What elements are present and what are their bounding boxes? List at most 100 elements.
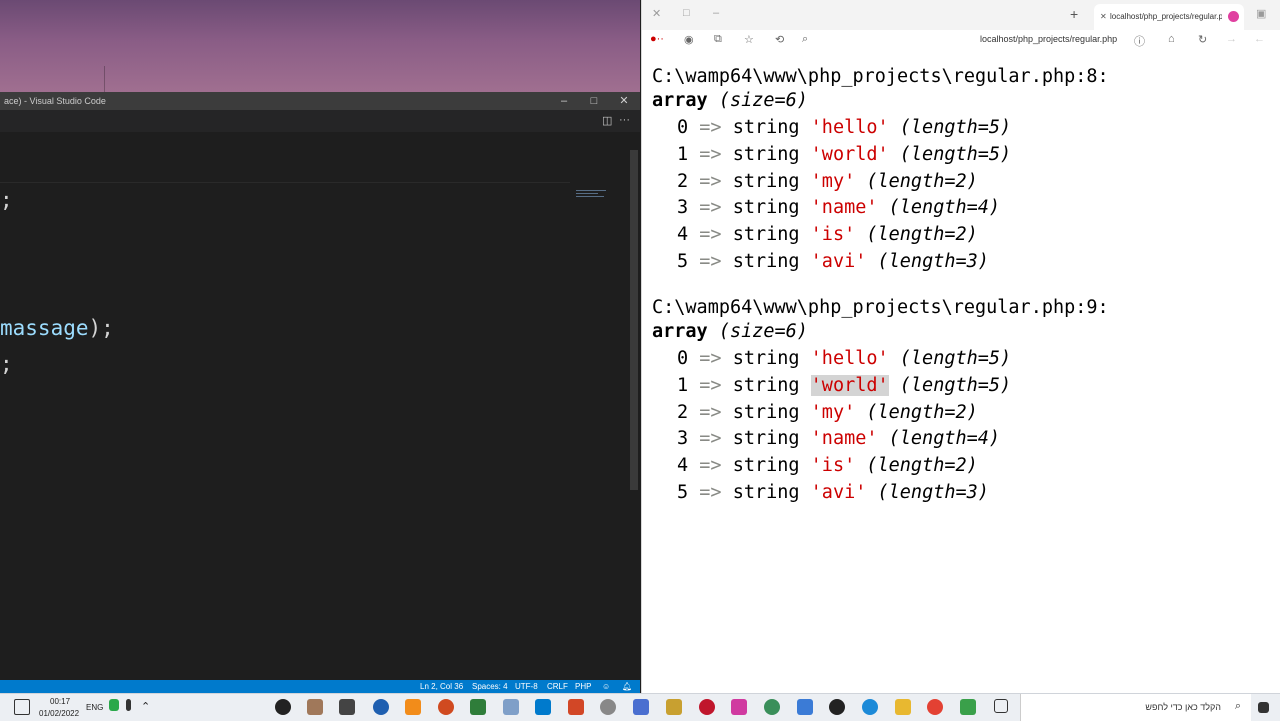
app-icon-11[interactable] [699,699,715,715]
favorites-icon[interactable]: ☆ [744,33,754,46]
tray-app-icon[interactable] [109,699,119,711]
code-punctuation: ); [88,316,114,340]
browser-titlebar: ✕ □ – + ✕ localhost/php_projects/regular… [642,0,1280,30]
edge-icon[interactable] [862,699,878,715]
app-icon-8[interactable] [600,699,616,715]
tab-actions-icon[interactable]: ▣ [1256,7,1266,20]
search-box[interactable]: הקלד כאן כדי לחפש ⌕ [1020,694,1251,721]
app-icon-15[interactable] [829,699,845,715]
language-status[interactable]: PHP [575,680,591,693]
array-row: 1 => string 'world' (length=5) [677,144,1012,165]
clock-date[interactable]: 01/02/2022 [39,709,79,718]
vscode-status-bar: Ln 2, Col 36 Spaces: 4 UTF-8 CRLF PHP ☺ … [0,680,640,693]
extension-icon[interactable]: ●·· [650,33,664,45]
encoding-status[interactable]: UTF-8 [515,680,538,693]
app-icon-7[interactable] [503,699,519,715]
app-icon-2[interactable] [307,699,323,715]
array-size: (size=6) [718,321,808,342]
clock-time[interactable]: 00:17 [50,697,70,706]
array-row: 0 => string 'hello' (length=5) [677,117,1012,138]
array-header: array (size=6) [652,90,808,111]
home-icon[interactable]: ⌂ [1168,33,1175,45]
close-tab-icon[interactable]: ✕ [1100,4,1107,30]
task-view-icon[interactable] [994,699,1008,713]
close-window-icon[interactable]: ✕ [652,7,661,20]
code-editor[interactable]: ; massage); ; [0,132,628,680]
selected-text: 'world' [810,375,889,396]
app-icon-13[interactable] [764,699,780,715]
app-icon-9[interactable] [633,699,649,715]
array-row: 0 => string 'hello' (length=5) [677,348,1012,369]
array-size: (size=6) [718,90,808,111]
vlc-icon[interactable] [405,699,421,715]
notification-center-icon[interactable] [14,699,30,715]
show-hidden-icons-icon[interactable]: ⌃ [141,700,150,713]
array-row: 2 => string 'my' (length=2) [677,171,978,192]
vscode-title: ace) - Visual Studio Code [4,96,106,106]
minimap[interactable] [576,188,608,200]
vscode-tab-bar: ◫ ··· [0,110,640,132]
maximize-icon[interactable]: □ [579,92,609,110]
array-row: 5 => string 'avi' (length=3) [677,482,989,503]
zoom-icon[interactable]: ⌕ [802,33,808,46]
split-editor-icon[interactable]: ◫ [602,114,612,127]
app-icon-6[interactable] [470,699,486,715]
site-info-icon[interactable]: ⓘ [1134,33,1145,49]
close-icon[interactable]: ✕ [609,92,639,110]
browser-tab[interactable]: ✕ localhost/php_projects/regular.p [1094,4,1244,30]
taskbar: 00:17 01/02/2022 ENG ⌃ הקלד כאן כדי לחפש… [0,693,1280,721]
maximize-window-icon[interactable]: □ [683,7,690,19]
app-icon-10[interactable] [666,699,682,715]
tab-title: localhost/php_projects/regular.p [1110,12,1222,21]
address-bar[interactable]: localhost/php_projects/regular.php [980,34,1117,44]
browser-window: ✕ □ – + ✕ localhost/php_projects/regular… [641,0,1280,693]
array-keyword: array [652,321,708,342]
minimize-icon[interactable]: – [549,92,579,110]
array-row: 2 => string 'my' (length=2) [677,402,978,423]
favicon-icon [1228,11,1239,22]
microphone-icon[interactable] [126,699,131,711]
array-row: 3 => string 'name' (length=4) [677,197,1001,218]
editor-scrollbar[interactable] [630,150,638,490]
language-indicator[interactable]: ENG [86,703,103,712]
powerpoint-icon[interactable] [568,699,584,715]
code-line: massage); [0,316,114,340]
file-explorer-icon[interactable] [895,699,911,715]
windows-start-icon[interactable] [1258,702,1269,713]
array-row: 3 => string 'name' (length=4) [677,428,1001,449]
desktop-wallpaper [0,0,640,92]
code-line: ; [0,188,13,212]
forward-icon[interactable]: → [1226,33,1237,45]
vscode-window: ace) - Visual Studio Code – □ ✕ ◫ ··· ; … [0,92,640,680]
collections-icon[interactable]: ⧉ [714,33,722,46]
eol-status[interactable]: CRLF [547,680,568,693]
editor-divider [0,182,570,183]
browser-toolbar: ●·· ◉ ⧉ ☆ ⟲ ⌕ localhost/php_projects/reg… [642,30,1280,52]
array-row: 4 => string 'is' (length=2) [677,224,978,245]
code-line: ; [0,352,13,376]
more-actions-icon[interactable]: ··· [619,114,630,126]
back-icon[interactable]: ← [1254,33,1265,45]
feedback-icon[interactable]: ☺ [602,680,610,693]
read-aloud-icon[interactable]: ⟲ [775,33,784,46]
app-icon-1[interactable] [275,699,291,715]
desktop-divider [104,66,105,92]
app-icon-3[interactable] [339,699,355,715]
array-header: array (size=6) [652,321,808,342]
new-tab-icon[interactable]: + [1070,6,1078,22]
app-icon-16[interactable] [960,699,976,715]
chrome-icon[interactable] [927,699,943,715]
indentation-status[interactable]: Spaces: 4 [472,680,508,693]
array-row: 1 => string 'world' (length=5) [677,375,1012,396]
notifications-icon[interactable]: 🔔︎ [622,680,632,693]
app-icon-12[interactable] [731,699,747,715]
cursor-position[interactable]: Ln 2, Col 36 [420,680,463,693]
minimize-window-icon[interactable]: – [713,7,719,19]
app-icon-14[interactable] [797,699,813,715]
refresh-icon[interactable]: ↻ [1198,33,1207,46]
app-icon-4[interactable] [373,699,389,715]
vscode-taskbar-icon[interactable] [535,699,551,715]
profile-icon[interactable]: ◉ [684,33,694,46]
app-icon-5[interactable] [438,699,454,715]
array-keyword: array [652,90,708,111]
